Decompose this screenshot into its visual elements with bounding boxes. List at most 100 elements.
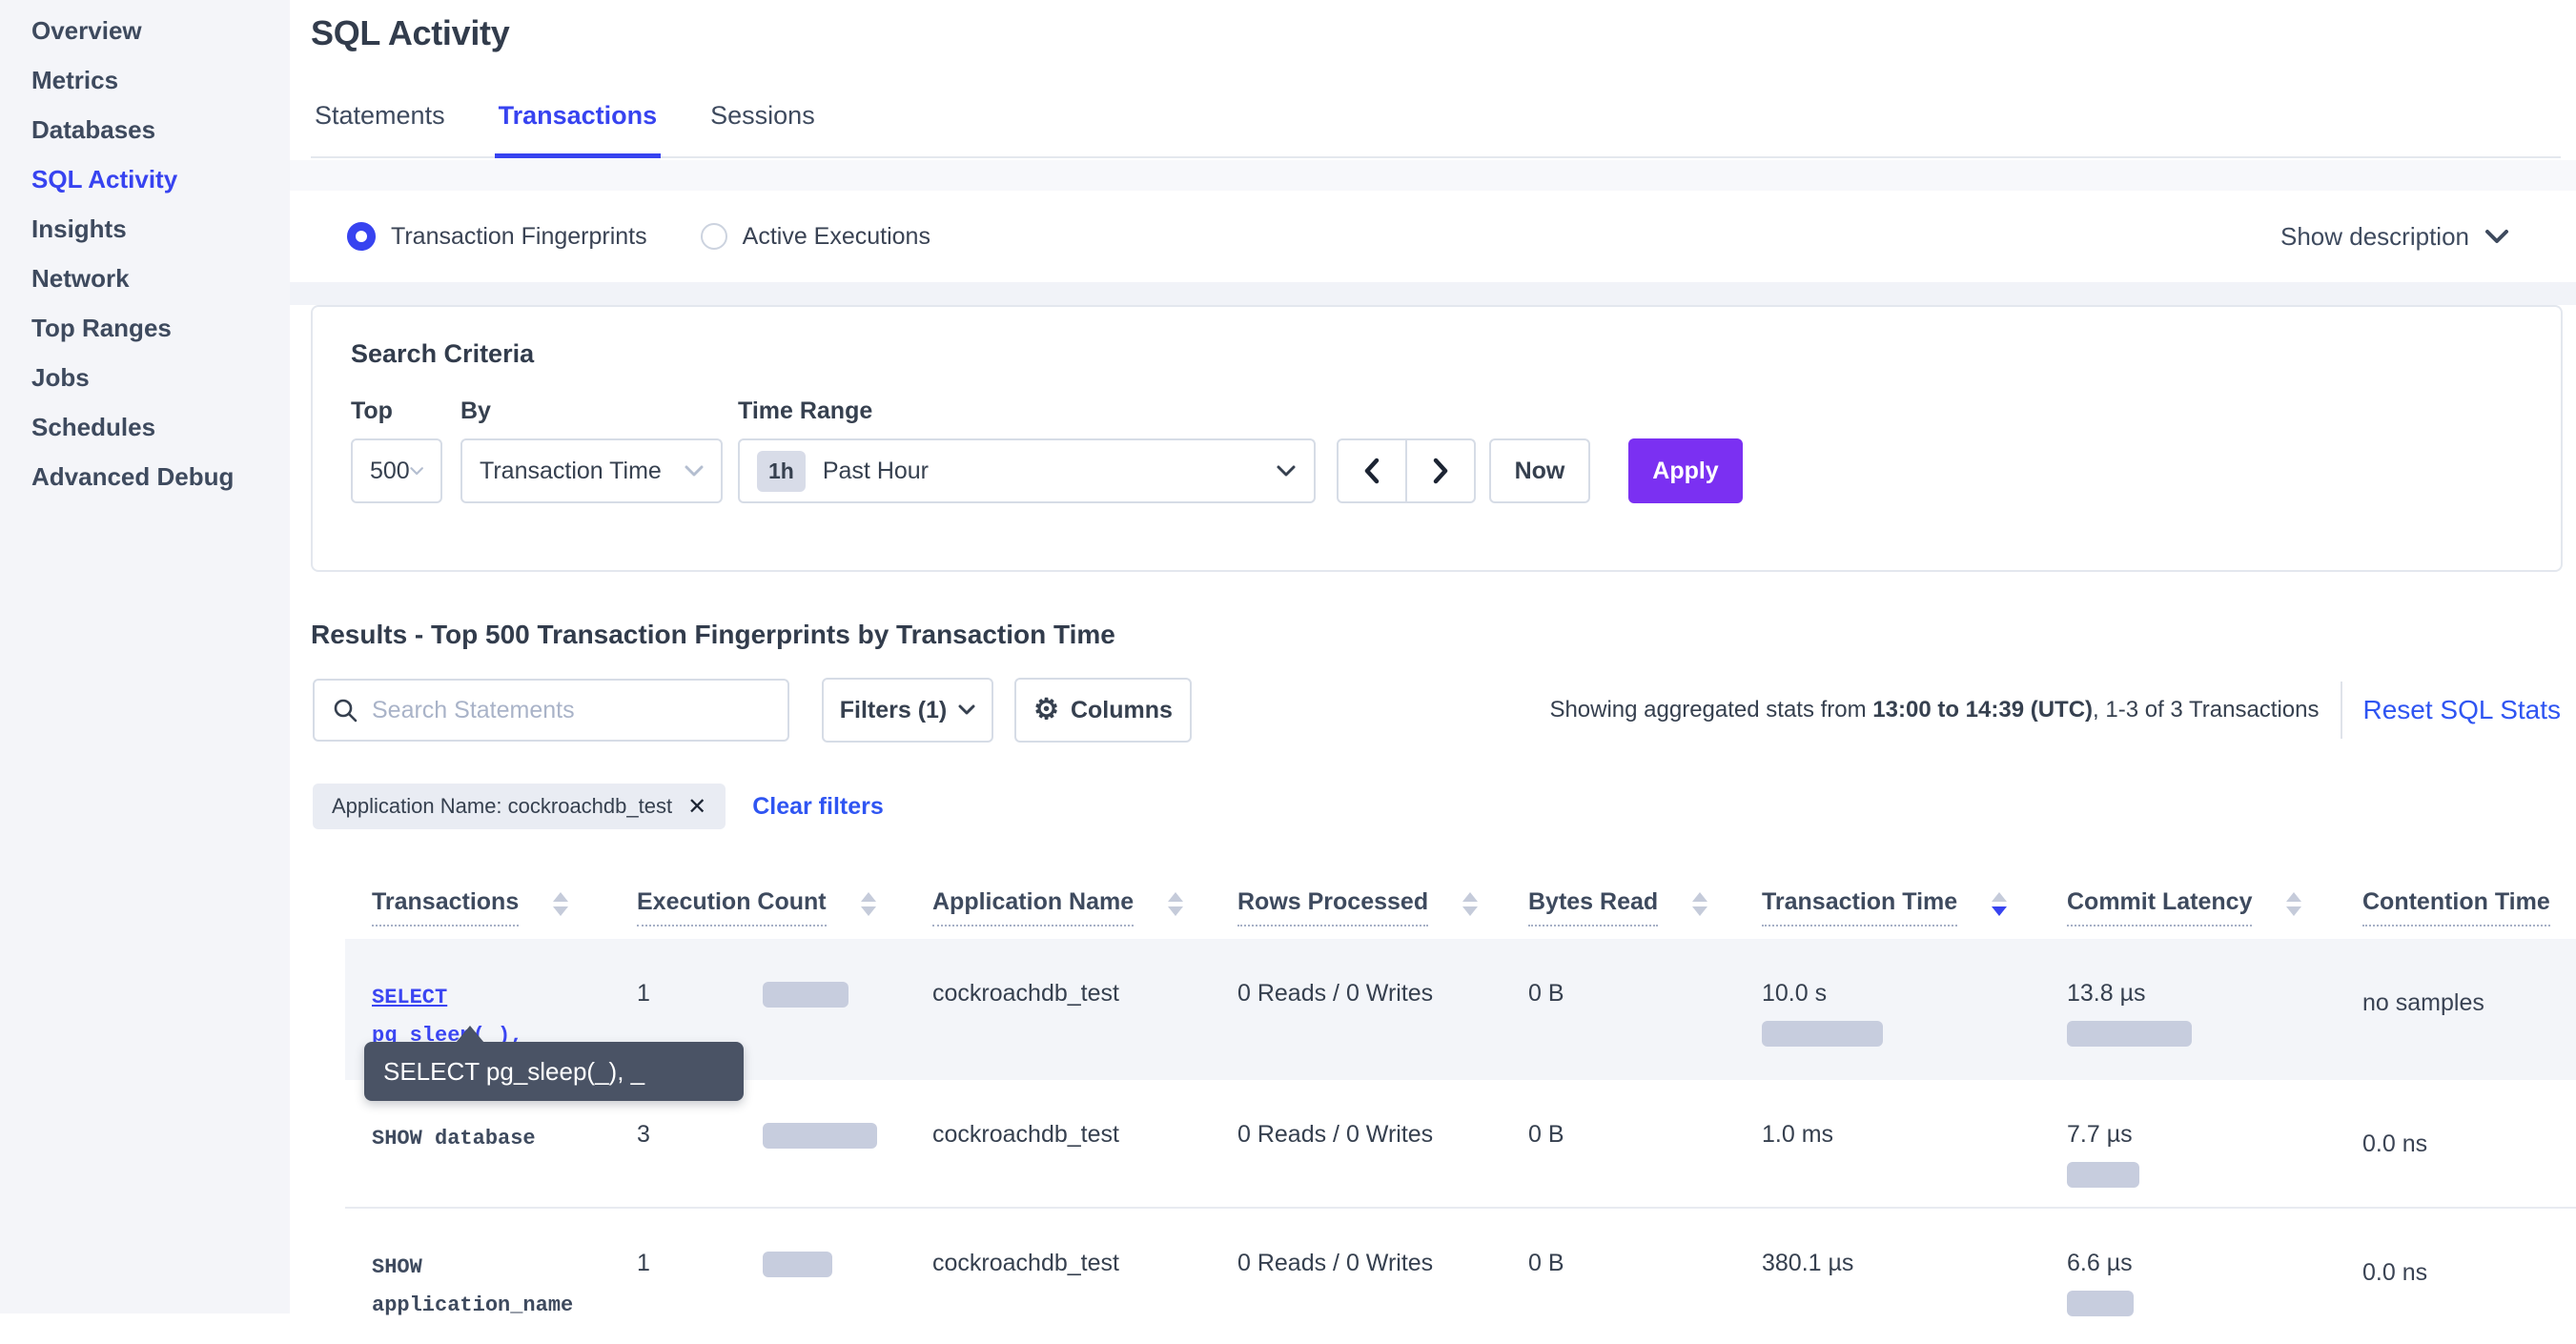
contention-time-cell: 0.0 ns (2336, 1209, 2576, 1344)
radio-active-executions[interactable]: Active Executions (701, 223, 930, 251)
time-forward-button[interactable] (1407, 440, 1474, 501)
stats-area: Showing aggregated stats from 13:00 to 1… (1549, 682, 2561, 739)
commit-latency-cell: 7.7 µs (2040, 1080, 2336, 1207)
filters-label: Filters (1) (840, 697, 948, 724)
tab-sessions[interactable]: Sessions (706, 88, 819, 158)
bytes-read-cell: 0 B (1502, 1080, 1735, 1207)
show-description-toggle[interactable]: Show description (2280, 222, 2509, 252)
search-input[interactable] (372, 697, 753, 724)
column-header-bytes-read[interactable]: Bytes Read (1502, 854, 1735, 939)
rows-processed-cell: 0 Reads / 0 Writes (1211, 1080, 1502, 1207)
sort-icon (1168, 892, 1183, 916)
contention-time-cell: 0.0 ns (2336, 1080, 2576, 1207)
rows-processed-cell: 0 Reads / 0 Writes (1211, 939, 1502, 1080)
chevron-down-icon (410, 465, 423, 478)
commit-latency-bar (2067, 1021, 2192, 1047)
sidebar-item-advanced-debug[interactable]: Advanced Debug (0, 452, 290, 501)
transaction-fingerprint-link[interactable]: SHOW application_name (372, 1249, 601, 1325)
filter-chip-label: Application Name: cockroachdb_test (332, 794, 672, 819)
apply-button[interactable]: Apply (1628, 438, 1743, 503)
spacer-band-top (290, 160, 2576, 191)
time-back-button[interactable] (1339, 440, 1407, 501)
application-name-cell: cockroachdb_test (906, 1209, 1211, 1344)
tab-bar: Statements Transactions Sessions (311, 88, 2561, 158)
sidebar-item-overview[interactable]: Overview (0, 6, 290, 55)
sort-icon (1692, 892, 1707, 916)
search-icon (332, 697, 358, 723)
statement-tooltip: SELECT pg_sleep(_), _ (364, 1042, 744, 1101)
radio-transaction-fingerprints[interactable]: Transaction Fingerprints (347, 222, 647, 251)
tab-statements[interactable]: Statements (311, 88, 449, 158)
column-header-transactions[interactable]: Transactions (345, 854, 610, 939)
page-title: SQL Activity (311, 13, 509, 53)
time-range-select[interactable]: 1h Past Hour (738, 438, 1316, 503)
sidebar-item-network[interactable]: Network (0, 254, 290, 303)
commit-latency-cell: 13.8 µs (2040, 939, 2336, 1080)
transaction-time-cell: 1.0 ms (1735, 1080, 2040, 1207)
clear-filters-link[interactable]: Clear filters (752, 793, 884, 821)
sort-icon-active-desc (1992, 892, 2007, 916)
contention-time-cell: no samples (2336, 939, 2576, 1080)
time-range-value: Past Hour (823, 458, 929, 485)
column-header-application-name[interactable]: Application Name (906, 854, 1211, 939)
commit-latency-cell: 6.6 µs (2040, 1209, 2336, 1344)
by-select-value: Transaction Time (480, 458, 662, 485)
transaction-time-cell: 380.1 µs (1735, 1209, 2040, 1344)
main-content: SQL Activity Statements Transactions Ses… (290, 0, 2576, 1313)
chevron-down-icon (1276, 464, 1297, 478)
time-range-label: Time Range (738, 397, 1316, 425)
filter-chip-application-name[interactable]: Application Name: cockroachdb_test ✕ (313, 784, 726, 829)
radio-unselected-icon (701, 223, 727, 250)
results-heading: Results - Top 500 Transaction Fingerprin… (311, 620, 1115, 650)
columns-button[interactable]: ⚙ Columns (1014, 678, 1192, 743)
bytes-read-cell: 0 B (1502, 1209, 1735, 1344)
transaction-fingerprint-link[interactable]: SHOW database (372, 1120, 601, 1158)
sort-icon (1462, 892, 1478, 916)
sidebar-item-databases[interactable]: Databases (0, 105, 290, 154)
sidebar-item-jobs[interactable]: Jobs (0, 353, 290, 402)
chevron-right-icon (1432, 458, 1449, 484)
radio-selected-icon (347, 222, 376, 251)
sidebar-item-metrics[interactable]: Metrics (0, 55, 290, 105)
commit-latency-bar (2067, 1162, 2139, 1188)
by-select[interactable]: Transaction Time (460, 438, 723, 503)
application-name-cell: cockroachdb_test (906, 939, 1211, 1080)
column-header-rows-processed[interactable]: Rows Processed (1211, 854, 1502, 939)
table-row: SHOW application_name 1 cockroachdb_test… (345, 1209, 2576, 1344)
column-header-execution-count[interactable]: Execution Count (610, 854, 906, 939)
search-criteria-title: Search Criteria (351, 339, 2523, 369)
execution-count-bar (763, 1123, 877, 1149)
search-criteria-card: Search Criteria Top 500 By Transaction T… (311, 305, 2563, 572)
sidebar-item-sql-activity[interactable]: SQL Activity (0, 154, 290, 204)
tab-transactions[interactable]: Transactions (495, 88, 662, 158)
gear-icon: ⚙ (1033, 696, 1059, 724)
sort-icon (861, 892, 876, 916)
top-select-value: 500 (370, 458, 410, 485)
time-range-badge: 1h (757, 451, 806, 492)
chevron-down-icon (2484, 229, 2509, 244)
application-name-cell: cockroachdb_test (906, 1080, 1211, 1207)
radio-label: Active Executions (743, 223, 930, 251)
commit-latency-bar (2067, 1291, 2134, 1316)
top-select[interactable]: 500 (351, 438, 442, 503)
sidebar-item-insights[interactable]: Insights (0, 204, 290, 254)
chevron-down-icon (685, 465, 704, 478)
sidebar-item-top-ranges[interactable]: Top Ranges (0, 303, 290, 353)
column-header-transaction-time[interactable]: Transaction Time (1735, 854, 2040, 939)
close-icon[interactable]: ✕ (687, 793, 706, 821)
execution-count-bar (763, 1252, 832, 1277)
top-label: Top (351, 397, 442, 425)
filter-chip-row: Application Name: cockroachdb_test ✕ Cle… (313, 784, 884, 829)
view-mode-bar: Transaction Fingerprints Active Executio… (290, 191, 2576, 282)
sort-icon (2286, 892, 2301, 916)
column-header-commit-latency[interactable]: Commit Latency (2040, 854, 2336, 939)
transaction-fingerprint-cell: SHOW application_name (345, 1209, 610, 1344)
reset-sql-stats-link[interactable]: Reset SQL Stats (2363, 695, 2562, 725)
sort-icon (553, 892, 568, 916)
now-button[interactable]: Now (1489, 438, 1590, 503)
tooltip-arrow (456, 1026, 484, 1043)
column-header-contention-time[interactable]: Contention Time (2336, 854, 2576, 939)
radio-label: Transaction Fingerprints (391, 223, 647, 251)
sidebar-item-schedules[interactable]: Schedules (0, 402, 290, 452)
filters-button[interactable]: Filters (1) (822, 678, 993, 743)
